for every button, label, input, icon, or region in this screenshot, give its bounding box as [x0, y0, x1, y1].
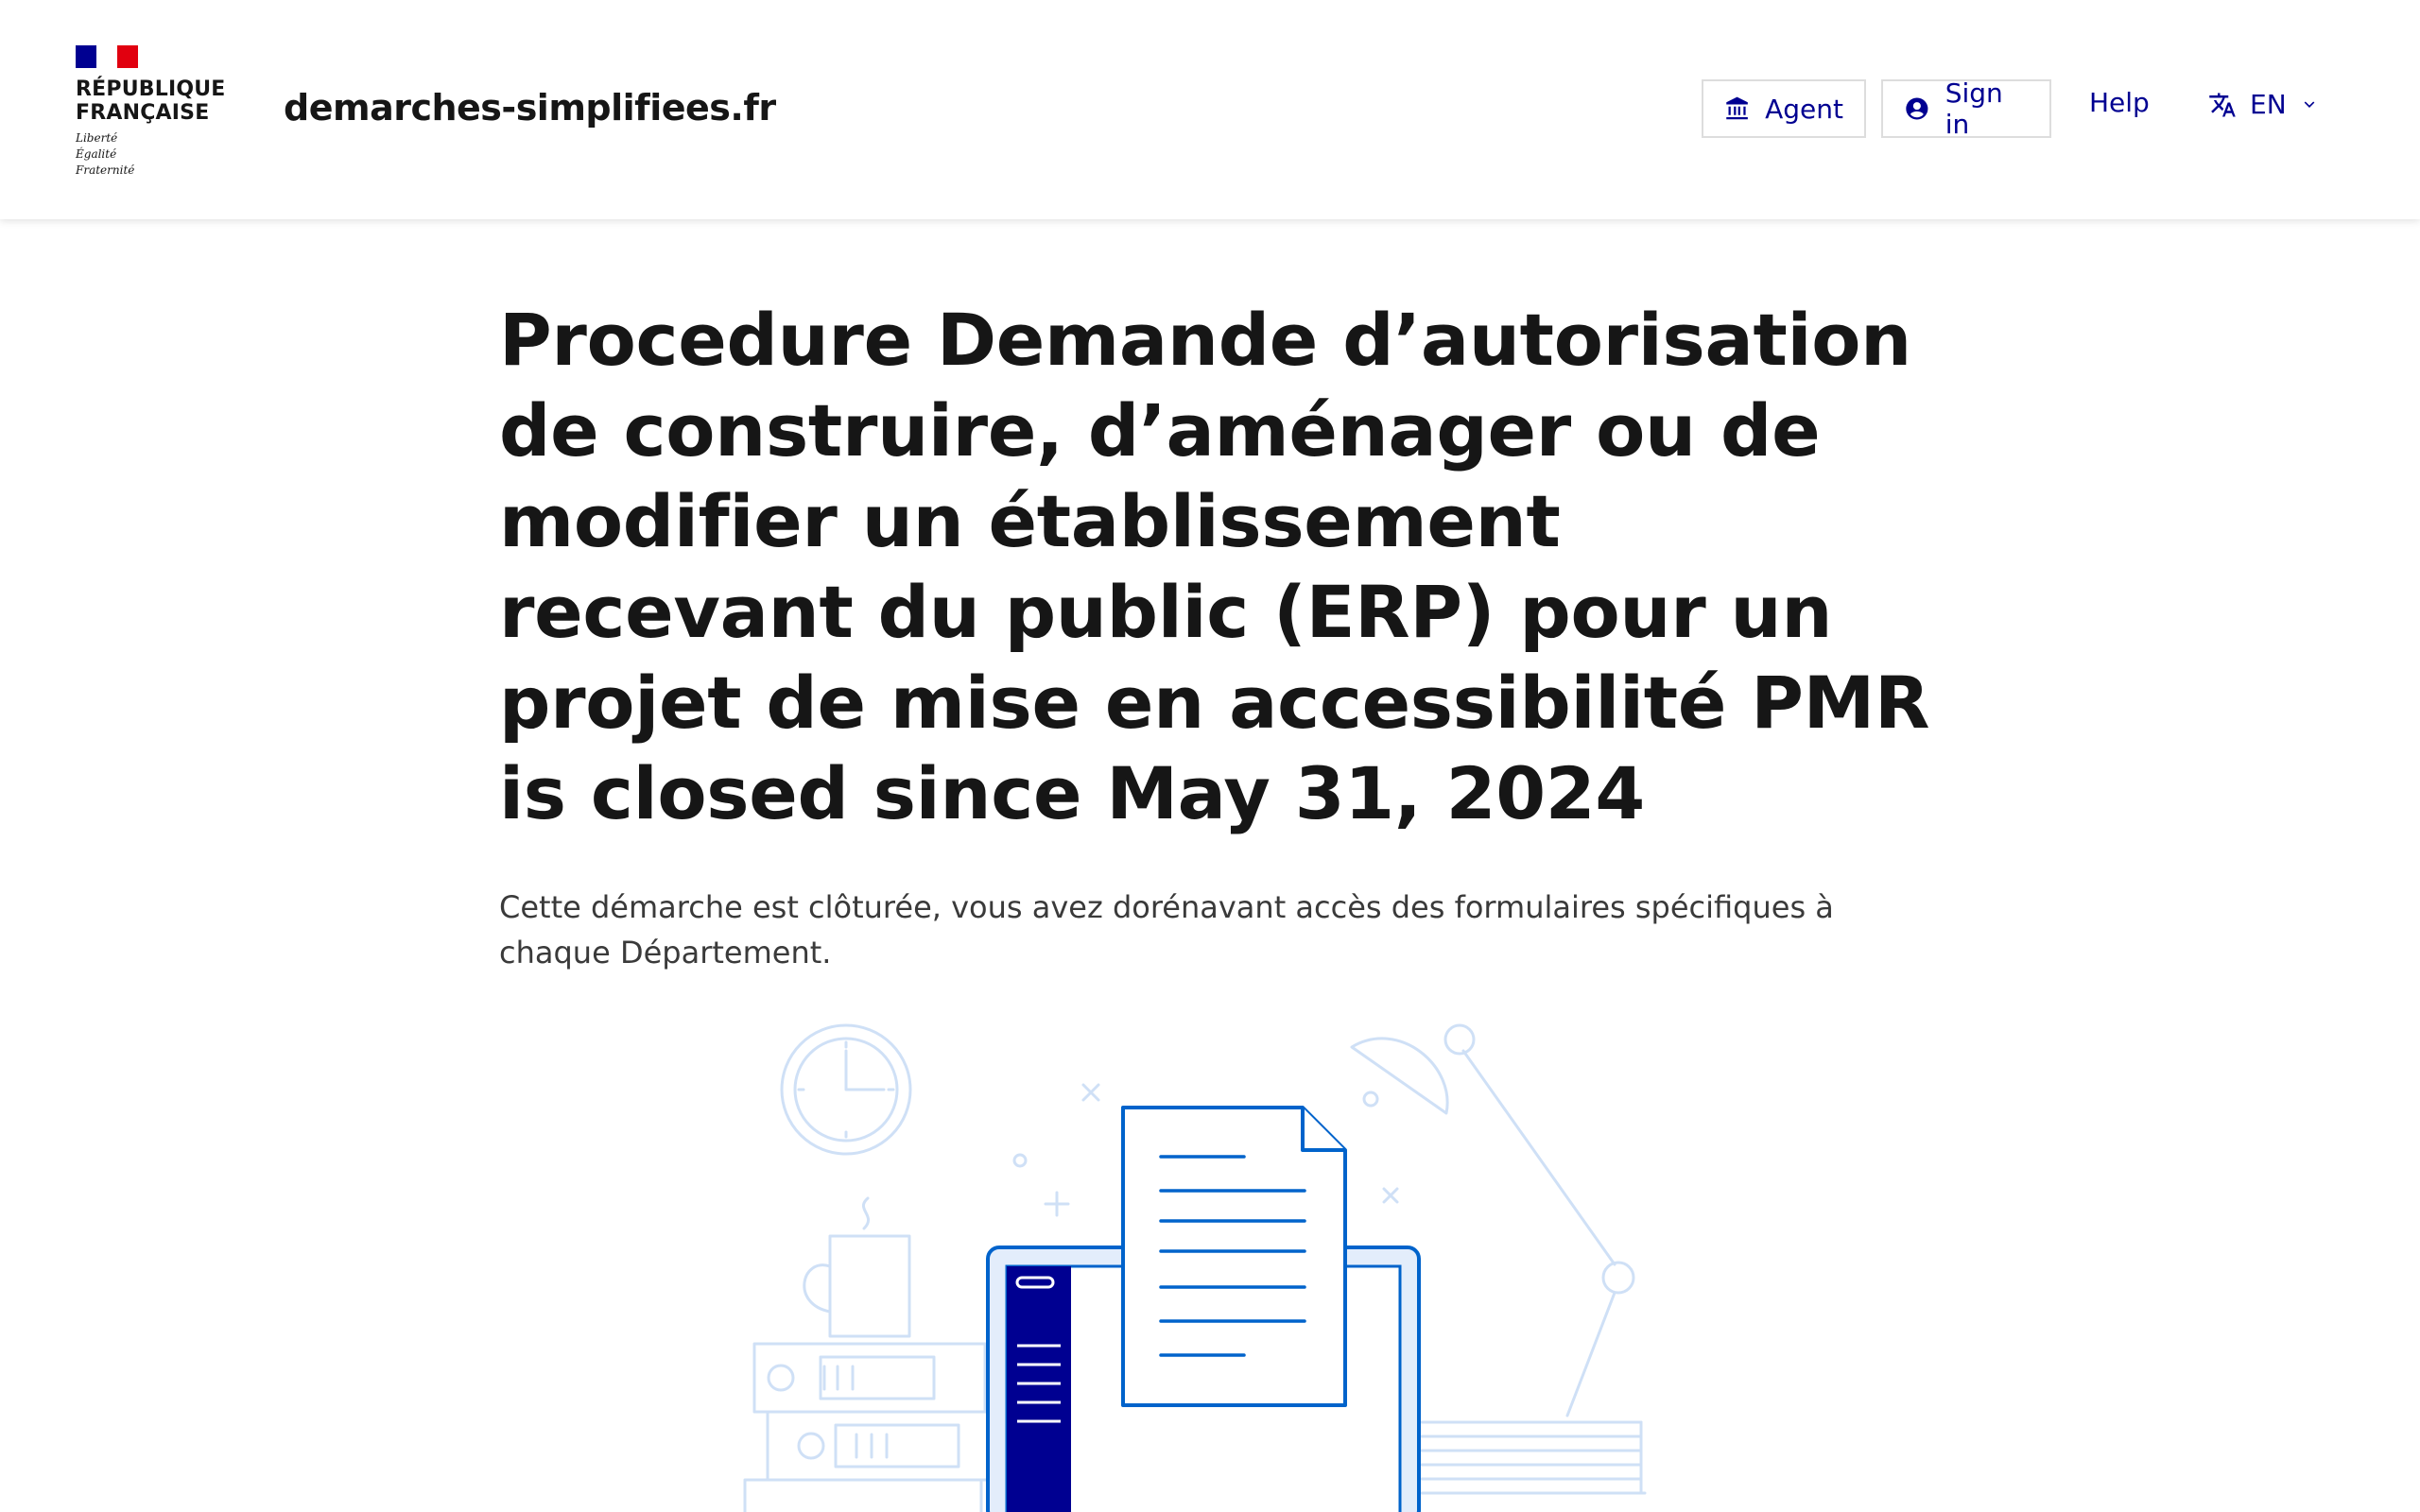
main-content: Procedure Demande d’autorisation de cons…: [499, 295, 1936, 975]
language-code: EN: [2250, 89, 2287, 120]
logo-line-2: FRANÇAISE: [76, 101, 210, 125]
laptop-with-document: [986, 1106, 1421, 1512]
site-name-link[interactable]: demarches-simplifiees.fr: [284, 87, 776, 129]
chevron-down-icon: [2304, 101, 2314, 108]
translate-icon: [2209, 93, 2236, 116]
logo-line-1: RÉPUBLIQUE: [76, 77, 226, 101]
logo-devise: Liberté Égalité Fraternité: [76, 130, 226, 179]
page-title: Procedure Demande d’autorisation de cons…: [499, 298, 1930, 835]
sign-in-button[interactable]: Sign in: [1881, 77, 2051, 140]
devise-fraternite: Fraternité: [76, 163, 135, 177]
agent-button-label: Agent: [1765, 93, 1843, 125]
republique-francaise-logo[interactable]: RÉPUBLIQUE FRANÇAISE Liberté Égalité Fra…: [76, 45, 226, 179]
user-account-icon: [1906, 97, 1928, 120]
devise-egalite: Égalité: [76, 147, 117, 161]
language-selector[interactable]: EN: [2208, 89, 2319, 120]
building-icon: [1726, 96, 1748, 120]
help-link[interactable]: Help: [2089, 87, 2150, 118]
agent-button[interactable]: Agent: [1702, 79, 1866, 138]
sign-in-label: Sign in: [1945, 77, 2003, 140]
french-flag-icon: [76, 45, 138, 68]
closure-description: Cette démarche est clôturée, vous avez d…: [499, 889, 1834, 971]
site-header: RÉPUBLIQUE FRANÇAISE Liberté Égalité Fra…: [0, 0, 2420, 219]
closed-procedure-illustration: [743, 1023, 1647, 1512]
devise-liberte: Liberté: [76, 131, 118, 145]
